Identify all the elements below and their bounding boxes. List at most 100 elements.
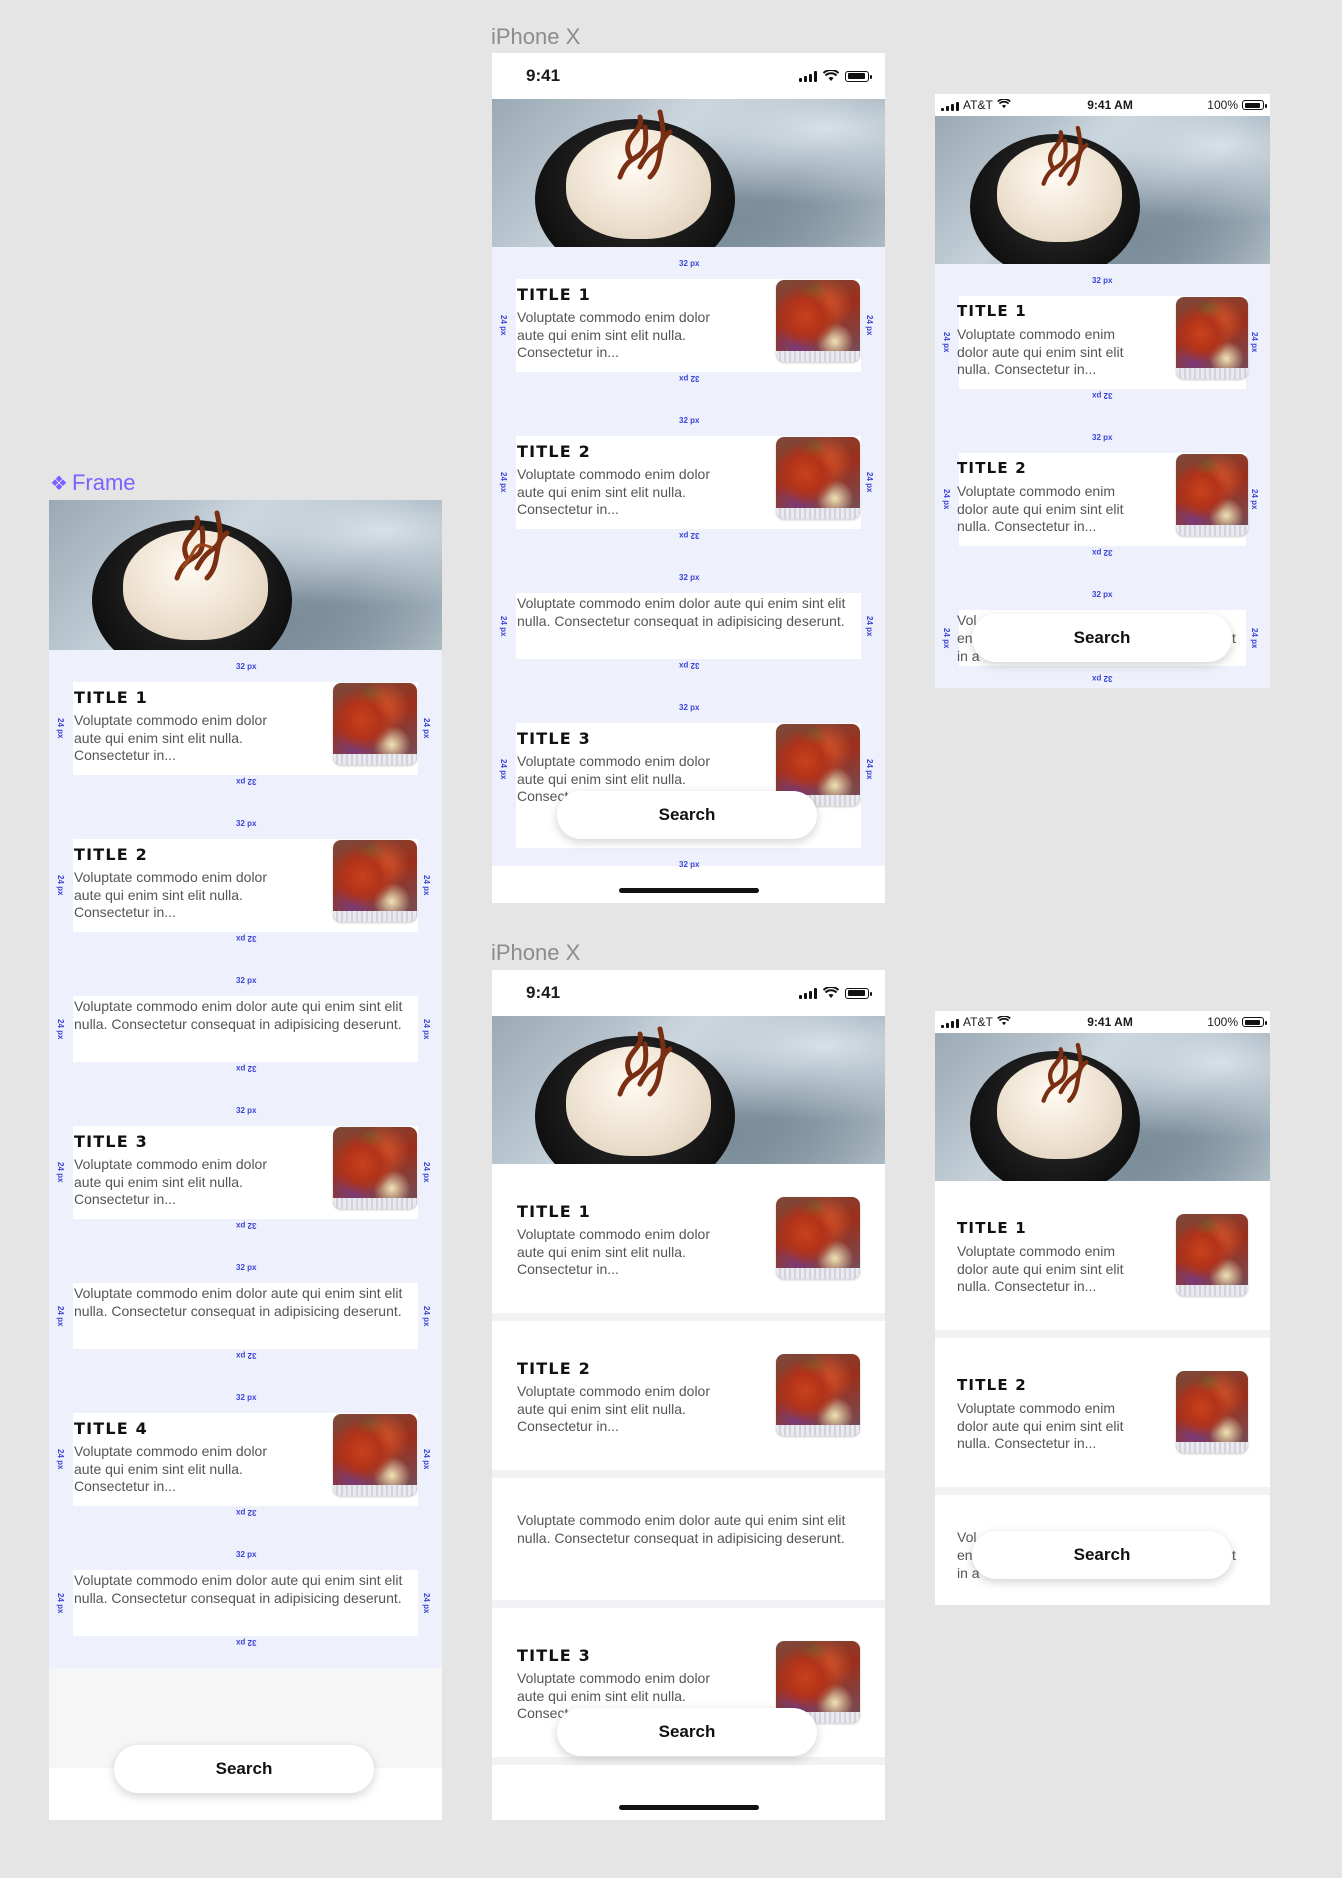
search-button[interactable]: Search [972, 614, 1232, 662]
card-title: TITLE 3 [517, 1646, 592, 1665]
hero-image [935, 116, 1270, 264]
measure-left: 24 px [499, 616, 508, 637]
battery-icon [845, 987, 872, 999]
food-thumbnail [1176, 1214, 1248, 1296]
status-time: 9:41 AM [1087, 1015, 1133, 1029]
status-bar: 9:41 [492, 53, 885, 99]
list-card[interactable]: 32 px 32 px 24 px 24 px TITLE 1 Voluptat… [49, 650, 442, 807]
list-card[interactable]: TITLE 1 Voluptate commodo enim dolor aut… [935, 1181, 1270, 1330]
hero-image [492, 99, 885, 247]
card-title: TITLE 2 [957, 1376, 1027, 1394]
card-text: Voluptate commodo enim dolor aute qui en… [74, 1572, 403, 1606]
measure-right: 24 px [422, 1306, 431, 1327]
card-text: Voluptate commodo enim dolor aute qui en… [957, 1243, 1124, 1294]
card-divider [935, 1487, 1270, 1495]
measure-right: 24 px [422, 1019, 431, 1040]
measure-bottom: 32 px [236, 1221, 257, 1230]
list-card[interactable]: 32 px 32 px 24 px 24 px Voluptate commod… [49, 964, 442, 1094]
measure-top: 32 px [236, 819, 257, 828]
measure-bottom: 32 px [236, 777, 257, 786]
food-thumbnail [333, 840, 417, 922]
food-thumbnail [333, 1127, 417, 1209]
status-bar: AT&T 9:41 AM 100% [935, 94, 1270, 116]
card-text-line: en [957, 630, 973, 646]
list-card[interactable]: TITLE 1 Voluptate commodo enim dolor aut… [492, 1164, 885, 1313]
iphone-x-clean: 9:41 TITLE 1 Voluptate commodo enim dolo… [492, 970, 885, 1820]
measure-right: 24 px [865, 616, 874, 637]
frame-label-iphone-top[interactable]: iPhone X [491, 24, 580, 50]
list-card[interactable]: 32 px 32 px 24 px 24 px Voluptate commod… [492, 561, 885, 691]
search-button[interactable]: Search [114, 1745, 374, 1793]
battery-icon [1242, 100, 1267, 110]
frame-long: 32 px 32 px 24 px 24 px TITLE 1 Voluptat… [49, 500, 442, 1820]
measure-right: 24 px [1250, 489, 1259, 510]
card-title: TITLE 1 [957, 302, 1027, 320]
card-divider [492, 1470, 885, 1478]
measure-top: 32 px [236, 1106, 257, 1115]
measure-left: 24 px [499, 759, 508, 780]
food-thumbnail [1176, 454, 1248, 536]
hero-image [935, 1033, 1270, 1181]
search-button[interactable]: Search [557, 1708, 817, 1756]
list-card[interactable]: 32 px 32 px 24 px 24 px TITLE 2 Voluptat… [49, 807, 442, 964]
measure-left: 24 px [942, 332, 951, 353]
cellular-signal-icon [799, 70, 817, 82]
card-title: TITLE 1 [74, 688, 149, 707]
list-card[interactable]: 32 px 32 px 24 px 24 px TITLE 2 Voluptat… [935, 421, 1270, 578]
list-card[interactable]: TITLE 2 Voluptate commodo enim dolor aut… [935, 1338, 1270, 1487]
food-thumbnail [333, 1414, 417, 1496]
measure-bottom: 32 px [236, 1508, 257, 1517]
search-button[interactable]: Search [972, 1531, 1232, 1579]
measure-bottom: 32 px [236, 1064, 257, 1073]
measure-right: 24 px [1250, 332, 1259, 353]
list-card[interactable]: 32 px 32 px 24 px 24 px TITLE 1 Voluptat… [935, 264, 1270, 421]
list-card[interactable]: 32 px 32 px 24 px 24 px Voluptate commod… [49, 1251, 442, 1381]
measure-top: 32 px [679, 573, 700, 582]
measure-left: 24 px [56, 1593, 65, 1614]
status-time: 9:41 AM [1087, 98, 1133, 112]
card-text: Voluptate commodo enim dolor aute qui en… [74, 998, 403, 1032]
battery-icon [845, 70, 872, 82]
frame-label-iphone-bottom[interactable]: iPhone X [491, 940, 580, 966]
measure-top: 32 px [236, 1393, 257, 1402]
list-card[interactable]: TITLE 2 Voluptate commodo enim dolor aut… [492, 1321, 885, 1470]
cellular-signal-icon [799, 987, 817, 999]
wifi-icon [823, 987, 839, 999]
card-title: TITLE 2 [74, 845, 149, 864]
card-text: Voluptate commodo enim dolor aute qui en… [74, 869, 267, 920]
card-text: Voluptate commodo enim dolor aute qui en… [517, 466, 710, 517]
status-time: 9:41 [526, 983, 561, 1002]
food-thumbnail [333, 683, 417, 765]
card-text: Voluptate commodo enim dolor aute qui en… [517, 1383, 710, 1434]
home-indicator [619, 888, 759, 893]
hero-image [492, 1016, 885, 1164]
list-card[interactable]: 32 px 32 px 24 px 24 px TITLE 2 Voluptat… [492, 404, 885, 561]
hero-image [49, 500, 442, 650]
frame-label[interactable]: ❖ Frame [50, 470, 136, 496]
measure-top: 32 px [236, 976, 257, 985]
measure-left: 24 px [56, 1449, 65, 1470]
card-divider [492, 1313, 885, 1321]
battery-percent: 100% [1207, 98, 1238, 112]
card-title: TITLE 2 [957, 459, 1027, 477]
status-time: 9:41 [526, 66, 561, 85]
measure-top: 32 px [679, 416, 700, 425]
list-card[interactable]: Voluptate commodo enim dolor aute qui en… [492, 1478, 885, 1600]
search-button[interactable]: Search [557, 791, 817, 839]
measure-bottom: 32 px [236, 934, 257, 943]
wifi-icon [823, 70, 839, 82]
list-card[interactable]: 32 px 32 px 24 px 24 px TITLE 4 Voluptat… [49, 1381, 442, 1538]
card-text: Voluptate commodo enim dolor aute qui en… [517, 1226, 710, 1277]
wifi-icon [996, 99, 1013, 111]
card-divider [935, 1330, 1270, 1338]
card-divider [492, 1600, 885, 1608]
card-text: Voluptate commodo enim dolor aute qui en… [74, 1443, 267, 1494]
card-text: Voluptate commodo enim dolor aute qui en… [957, 483, 1124, 534]
card-divider [492, 1757, 885, 1765]
list-card[interactable]: 32 px 32 px 24 px 24 px TITLE 3 Voluptat… [49, 1094, 442, 1251]
list-card[interactable]: 32 px 32 px 24 px 24 px Voluptate commod… [49, 1538, 442, 1668]
measure-right: 24 px [422, 1449, 431, 1470]
list-card[interactable]: 32 px 32 px 24 px 24 px TITLE 1 Voluptat… [492, 247, 885, 404]
measure-bottom: 32 px [1092, 548, 1113, 557]
measure-left: 24 px [499, 315, 508, 336]
